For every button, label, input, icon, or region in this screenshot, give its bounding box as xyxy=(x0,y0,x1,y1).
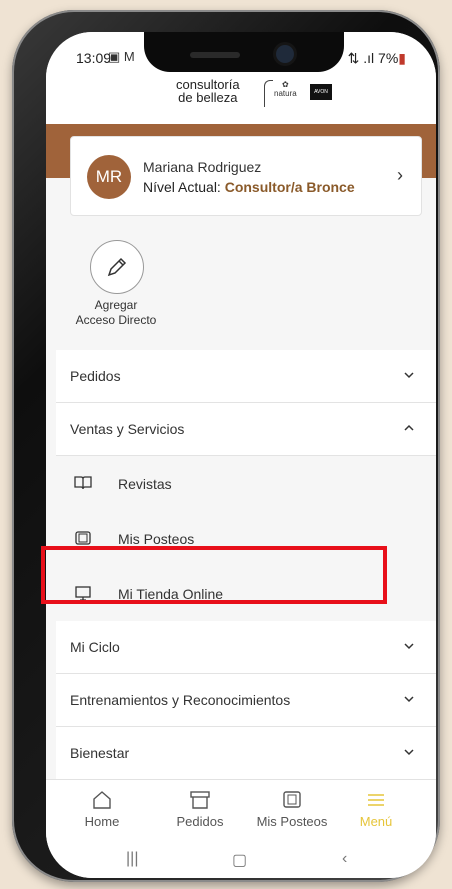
phone-frame: 13:09 ▣ M ⇅ .ıl 7%▮ consultoría de belle… xyxy=(12,10,440,882)
notification-icons: ▣ M xyxy=(108,49,135,64)
brand-separator xyxy=(264,80,273,107)
brand-header: consultoría de belleza ✿ natura AVON xyxy=(46,68,436,124)
bottom-tab-bar: Home Pedidos Mis Posteos Menú xyxy=(46,779,436,840)
chevron-right-icon: › xyxy=(397,165,403,185)
book-icon xyxy=(74,476,92,490)
tab-label: Mis Posteos xyxy=(256,814,328,829)
submenu-item-label: Revistas xyxy=(118,476,172,492)
natura-logo: ✿ natura xyxy=(274,80,297,98)
profile-level: Nível Actual: Consultor/a Bronce xyxy=(143,179,355,195)
brand-line2: de belleza xyxy=(178,90,238,105)
submenu-item-revistas[interactable]: Revistas xyxy=(56,456,436,511)
system-nav-bar: ||| ▢ ‹ xyxy=(46,840,436,878)
photos-icon xyxy=(75,531,91,545)
chevron-down-icon xyxy=(404,643,414,650)
camera-icon xyxy=(276,45,294,63)
tab-pedidos[interactable]: Pedidos xyxy=(160,790,240,829)
avatar: MR xyxy=(87,155,131,199)
tab-label: Home xyxy=(84,814,120,829)
tab-menu[interactable]: Menú xyxy=(336,790,416,829)
profile-name: Mariana Rodriguez xyxy=(143,159,262,175)
submenu-item-label: Mis Posteos xyxy=(118,531,195,547)
chevron-down-icon xyxy=(404,696,414,703)
tab-label: Menú xyxy=(359,814,393,829)
home-icon xyxy=(93,791,111,809)
home-nav-icon[interactable]: ▢ xyxy=(232,850,247,870)
recents-icon[interactable]: ||| xyxy=(126,850,138,868)
level-prefix: Nível Actual: xyxy=(143,179,221,195)
shortcut-label: Agregar Acceso Directo xyxy=(46,298,186,328)
avon-logo: AVON xyxy=(310,84,332,100)
menu-item-label: Entrenamientos y Reconocimientos xyxy=(70,692,291,708)
shortcut-label-line1: Agregar xyxy=(94,298,138,312)
app-screen: 13:09 ▣ M ⇅ .ıl 7%▮ consultoría de belle… xyxy=(46,32,436,878)
box-icon xyxy=(190,791,210,809)
battery-level: 7% xyxy=(378,50,399,66)
tab-home[interactable]: Home xyxy=(62,790,142,829)
battery-indicator: ⇅ .ıl 7%▮ xyxy=(348,50,406,67)
tab-mis-posteos[interactable]: Mis Posteos xyxy=(242,790,342,829)
highlight-box xyxy=(41,546,387,604)
pencil-icon xyxy=(107,257,127,277)
battery-icon: ▮ xyxy=(398,50,406,66)
menu-item-label: Bienestar xyxy=(70,745,130,761)
menu-item-ciclo[interactable]: Mi Ciclo xyxy=(56,621,436,674)
tab-label: Pedidos xyxy=(176,814,224,829)
menu-icon xyxy=(368,794,384,806)
status-time: 13:09 xyxy=(76,50,112,66)
phone-notch xyxy=(144,32,344,72)
posts-icon xyxy=(283,791,301,808)
shortcut-label-line2: Acceso Directo xyxy=(75,313,157,327)
chevron-up-icon xyxy=(404,424,414,431)
menu-item-label: Pedidos xyxy=(70,368,121,384)
menu-item-ventas[interactable]: Ventas y Servicios xyxy=(56,403,436,456)
brand-logo: consultoría de belleza xyxy=(176,78,240,104)
menu-item-label: Mi Ciclo xyxy=(70,639,120,655)
chevron-down-icon xyxy=(404,749,414,756)
add-shortcut-button[interactable] xyxy=(90,240,144,294)
signal-icon: ⇅ .ıl xyxy=(347,50,379,66)
back-icon[interactable]: ‹ xyxy=(342,850,347,868)
menu-item-bienestar[interactable]: Bienestar xyxy=(56,727,436,780)
natura-text: natura xyxy=(274,89,297,98)
level-value: Consultor/a Bronce xyxy=(224,179,355,195)
profile-card[interactable]: MR Mariana Rodriguez Nível Actual: Consu… xyxy=(70,136,422,216)
menu-item-pedidos[interactable]: Pedidos xyxy=(56,350,436,403)
menu-item-entrenamientos[interactable]: Entrenamientos y Reconocimientos xyxy=(56,674,436,727)
menu-item-label: Ventas y Servicios xyxy=(70,421,185,437)
chevron-down-icon xyxy=(404,372,414,379)
